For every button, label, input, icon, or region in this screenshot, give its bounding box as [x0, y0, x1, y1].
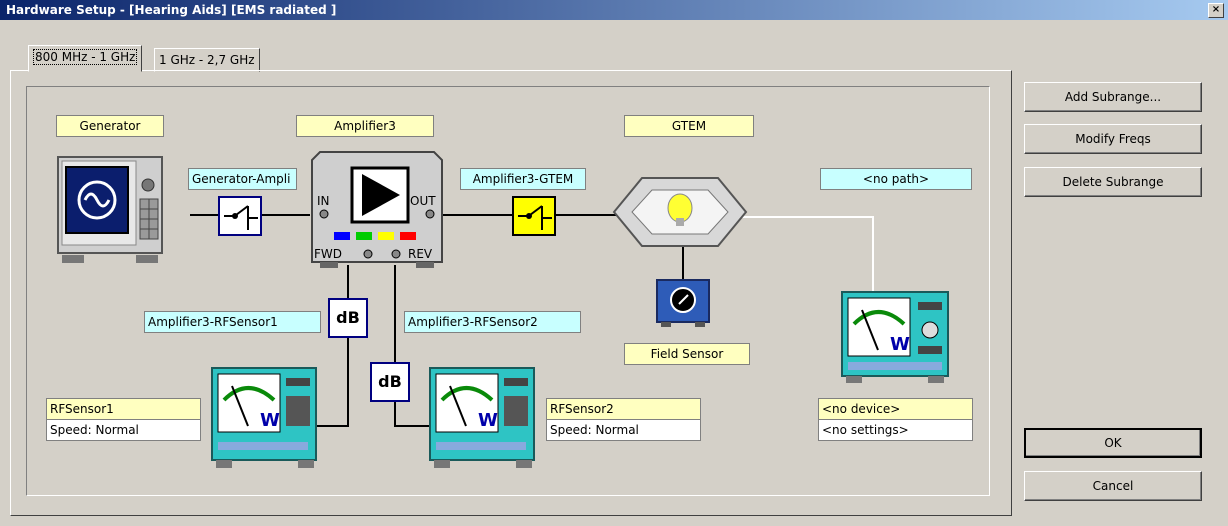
path-label-generator-amplifier[interactable]: Generator-Ampli [188, 168, 297, 190]
attenuator-rfsensor2[interactable]: dB [370, 362, 410, 402]
window-title: Hardware Setup - [Hearing Aids] [EMS rad… [6, 3, 337, 17]
tab-800mhz-1ghz[interactable]: 800 MHz - 1 GHz [28, 45, 143, 72]
no-device-label[interactable]: <no device> [818, 398, 973, 420]
close-button[interactable]: × [1208, 3, 1224, 18]
generator-device-icon[interactable] [56, 155, 168, 269]
amplifier-label[interactable]: Amplifier3 [296, 115, 434, 137]
field-sensor-device-icon[interactable] [655, 278, 711, 328]
title-bar: Hardware Setup - [Hearing Aids] [EMS rad… [0, 0, 1228, 20]
rfsensor1-meter-icon[interactable]: W [210, 366, 324, 470]
wire-rev-rfsensor2-v [394, 265, 396, 427]
field-sensor-label[interactable]: Field Sensor [624, 343, 750, 365]
gtem-cell-icon[interactable] [612, 176, 748, 248]
rfsensor2-settings[interactable]: Speed: Normal [546, 419, 701, 441]
switch-amplifier-gtem-icon[interactable] [512, 196, 556, 236]
rfsensor2-label[interactable]: RFSensor2 [546, 398, 701, 420]
switch-generator-amplifier-icon[interactable] [218, 196, 262, 236]
rfsensor1-settings[interactable]: Speed: Normal [46, 419, 201, 441]
no-device-settings[interactable]: <no settings> [818, 419, 973, 441]
attenuator-label: dB [336, 308, 360, 327]
ok-button[interactable]: OK [1024, 428, 1202, 458]
gtem-label[interactable]: GTEM [624, 115, 754, 137]
add-subrange-button[interactable]: Add Subrange... [1024, 82, 1202, 112]
path-label-amplifier-rfsensor1[interactable]: Amplifier3-RFSensor1 [144, 311, 321, 333]
svg-text:W: W [890, 334, 910, 355]
wire-gtem-no-device-h [740, 216, 874, 218]
tab-label: 1 GHz - 2,7 GHz [159, 53, 255, 67]
tab-label: 800 MHz - 1 GHz [33, 49, 138, 65]
wire-fwd-rfsensor1-v [347, 265, 349, 427]
wire-gtem-no-device-v [872, 216, 874, 294]
amp-port-out: OUT [410, 194, 436, 208]
no-device-meter-icon[interactable]: W [840, 290, 956, 384]
svg-text:W: W [260, 410, 280, 431]
path-label-amplifier-rfsensor2[interactable]: Amplifier3-RFSensor2 [404, 311, 581, 333]
amp-port-in: IN [317, 194, 330, 208]
rfsensor2-meter-icon[interactable]: W [428, 366, 542, 470]
cancel-button[interactable]: Cancel [1024, 471, 1202, 501]
attenuator-label: dB [378, 372, 402, 391]
amp-port-fwd: FWD [314, 247, 343, 261]
modify-freqs-button[interactable]: Modify Freqs [1024, 124, 1202, 154]
svg-text:W: W [478, 410, 498, 431]
attenuator-rfsensor1[interactable]: dB [328, 298, 368, 338]
path-label-amplifier-gtem[interactable]: Amplifier3-GTEM [460, 168, 586, 190]
generator-label[interactable]: Generator [56, 115, 164, 137]
delete-subrange-button[interactable]: Delete Subrange [1024, 167, 1202, 197]
rfsensor1-label[interactable]: RFSensor1 [46, 398, 201, 420]
wire-rev-rfsensor2-h [394, 425, 430, 427]
tab-1ghz-2-7ghz[interactable]: 1 GHz - 2,7 GHz [154, 48, 260, 72]
path-label-no-path[interactable]: <no path> [820, 168, 972, 190]
amp-port-rev: REV [408, 247, 433, 261]
